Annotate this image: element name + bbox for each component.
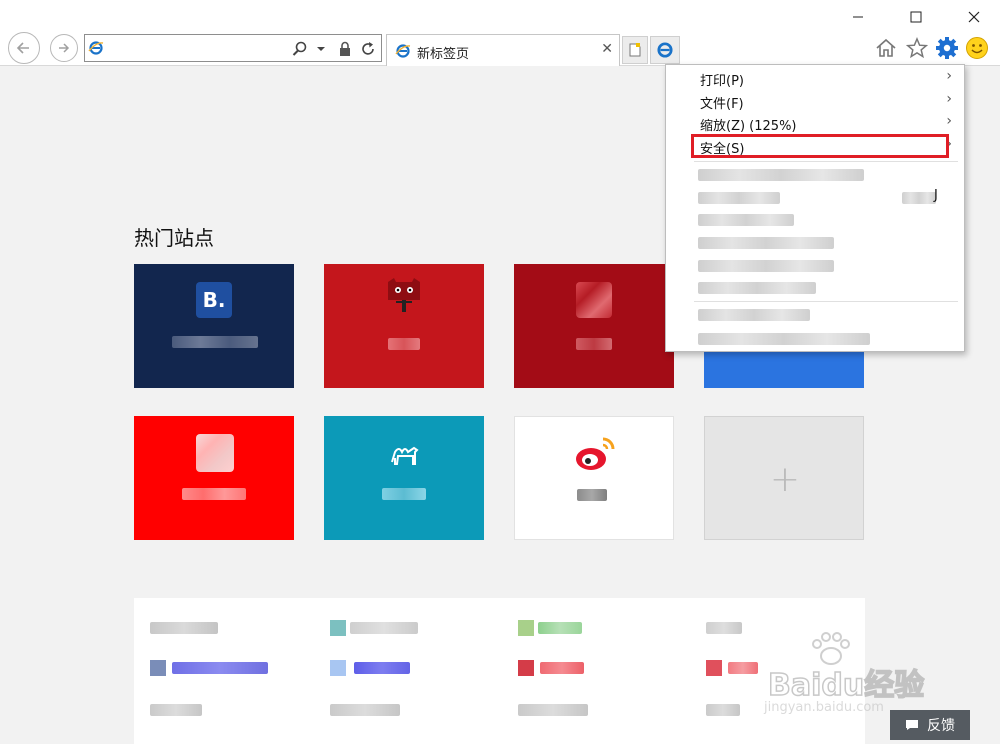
ie-icon bbox=[657, 42, 673, 58]
add-icon: + bbox=[769, 458, 801, 500]
chevron-right-icon: › bbox=[946, 68, 952, 84]
maximize-button[interactable] bbox=[896, 4, 936, 30]
list-item[interactable] bbox=[518, 702, 588, 718]
menu-item-label: 打印(P) bbox=[700, 74, 744, 89]
list-item[interactable] bbox=[330, 620, 418, 636]
menu-item-print[interactable]: 打印(P) › bbox=[666, 67, 964, 89]
ie-icon bbox=[395, 44, 411, 58]
list-item[interactable] bbox=[150, 620, 218, 636]
tile-label-blurred bbox=[577, 489, 607, 501]
booking-logo: B. bbox=[196, 282, 232, 318]
home-button[interactable] bbox=[873, 34, 899, 62]
new-tab-icon bbox=[629, 43, 641, 57]
tile-label-blurred bbox=[576, 338, 612, 350]
dropdown-arrow-icon[interactable] bbox=[315, 40, 327, 58]
tab-title: 新标签页 bbox=[417, 47, 470, 62]
menu-shortcut-blurred bbox=[902, 192, 936, 204]
tab-close-button[interactable]: ✕ bbox=[601, 41, 613, 57]
menu-item-label: 缩放(Z) (125%) bbox=[700, 119, 797, 134]
tab-new-tab[interactable]: 新标签页 ✕ bbox=[386, 34, 620, 66]
feedback-smiley-button[interactable] bbox=[964, 34, 990, 62]
list-item[interactable] bbox=[706, 620, 742, 636]
tile-label-blurred bbox=[182, 488, 246, 500]
menu-item-blurred[interactable] bbox=[698, 169, 864, 181]
menu-item-blurred[interactable] bbox=[698, 282, 816, 294]
tile-logo-blurred bbox=[196, 434, 234, 472]
arrow-left-icon bbox=[16, 42, 29, 54]
gear-icon bbox=[936, 37, 958, 59]
list-item[interactable] bbox=[150, 702, 202, 718]
menu-item-blurred[interactable] bbox=[698, 333, 870, 345]
menu-item-zoom[interactable]: 缩放(Z) (125%) › bbox=[666, 112, 964, 134]
site-tile[interactable] bbox=[514, 264, 674, 388]
highlight-box bbox=[691, 134, 949, 158]
frequent-links-panel bbox=[134, 598, 865, 744]
forward-button[interactable] bbox=[50, 34, 78, 62]
tile-label-blurred bbox=[388, 338, 420, 350]
browser-chrome: 新标签页 ✕ bbox=[0, 0, 1000, 66]
tile-label-blurred bbox=[382, 488, 426, 500]
new-tab-button[interactable] bbox=[622, 36, 648, 64]
add-site-tile[interactable]: + bbox=[704, 416, 864, 540]
menu-item-label: 文件(F) bbox=[700, 97, 744, 112]
close-button[interactable] bbox=[954, 4, 994, 30]
search-icon[interactable] bbox=[291, 40, 309, 58]
menu-item-blurred[interactable] bbox=[698, 214, 794, 226]
minimize-button[interactable] bbox=[838, 4, 878, 30]
tmall-cat-icon bbox=[388, 278, 420, 312]
menu-separator bbox=[694, 301, 958, 302]
ie-icon bbox=[88, 41, 104, 55]
site-tile[interactable] bbox=[324, 416, 484, 540]
feedback-label: 反馈 bbox=[927, 718, 955, 734]
watermark-url: jingyan.baidu.com bbox=[764, 700, 884, 715]
section-title: 热门站点 bbox=[134, 226, 214, 250]
camel-logo-icon bbox=[386, 434, 424, 472]
watermark-brand: Baidu经验 bbox=[767, 667, 925, 704]
maximize-icon bbox=[910, 11, 922, 23]
feedback-icon bbox=[906, 720, 918, 730]
lock-icon[interactable] bbox=[337, 40, 353, 58]
list-item[interactable] bbox=[518, 620, 582, 636]
close-icon bbox=[968, 11, 980, 23]
menu-shortcut-fragment: J bbox=[934, 188, 938, 203]
tile-label-blurred bbox=[172, 336, 258, 348]
favorites-button[interactable] bbox=[904, 34, 930, 62]
list-item[interactable] bbox=[150, 660, 268, 676]
address-bar[interactable] bbox=[84, 34, 382, 62]
smiley-icon bbox=[966, 37, 988, 59]
site-tile[interactable] bbox=[134, 416, 294, 540]
site-tile[interactable] bbox=[324, 264, 484, 388]
menu-separator bbox=[694, 161, 958, 162]
site-tile[interactable]: B. bbox=[134, 264, 294, 388]
address-input[interactable] bbox=[105, 37, 285, 59]
tile-logo-blurred bbox=[576, 282, 612, 318]
menu-item-blurred[interactable] bbox=[698, 192, 780, 204]
chevron-right-icon: › bbox=[946, 113, 952, 129]
list-item[interactable] bbox=[706, 660, 758, 676]
tools-button[interactable] bbox=[934, 34, 960, 62]
tools-menu: 打印(P) › 文件(F) › 缩放(Z) (125%) › 安全(S) › J bbox=[665, 64, 965, 352]
menu-item-blurred[interactable] bbox=[698, 237, 834, 249]
list-item[interactable] bbox=[706, 702, 740, 718]
arrow-right-icon bbox=[59, 43, 70, 53]
minimize-icon bbox=[853, 16, 863, 18]
ie-tab-button[interactable] bbox=[650, 36, 680, 64]
menu-item-blurred[interactable] bbox=[698, 260, 834, 272]
chevron-right-icon: › bbox=[946, 91, 952, 107]
site-tile[interactable] bbox=[514, 416, 674, 540]
refresh-icon[interactable] bbox=[359, 40, 377, 58]
list-item[interactable] bbox=[330, 660, 410, 676]
home-icon bbox=[876, 38, 896, 57]
back-button[interactable] bbox=[8, 32, 40, 64]
feedback-button[interactable]: 反馈 bbox=[890, 710, 970, 740]
menu-item-file[interactable]: 文件(F) › bbox=[666, 90, 964, 112]
baidu-jingyan-watermark: Baidu经验 jingyan.baidu.com bbox=[760, 632, 960, 722]
favorites-star-icon bbox=[906, 37, 928, 59]
list-item[interactable] bbox=[330, 702, 400, 718]
menu-item-blurred[interactable] bbox=[698, 309, 810, 321]
weibo-logo-icon bbox=[576, 437, 615, 470]
list-item[interactable] bbox=[518, 660, 584, 676]
